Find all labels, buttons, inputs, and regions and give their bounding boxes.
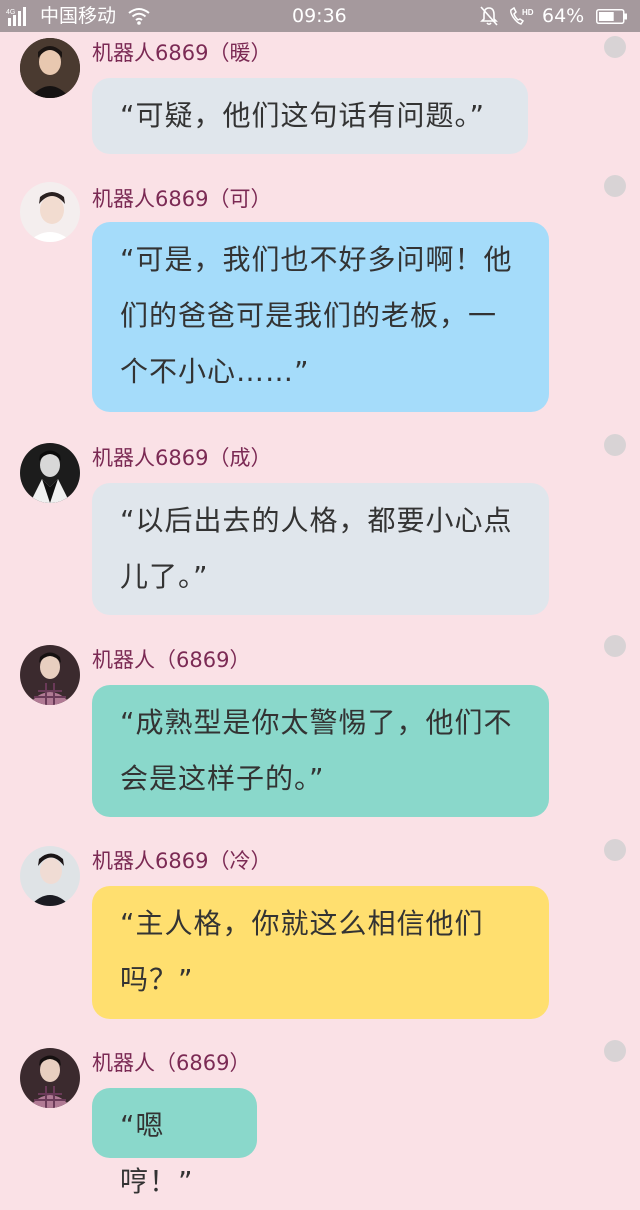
message-bubble[interactable]: “成熟型是你太警惕了，他们不 会是这样子的。” [92,685,549,817]
message-line: “可疑，他们这句话有问题。” [120,99,486,132]
message-line: “嗯哼！” [120,1109,194,1198]
message-line: “成熟型是你太警惕了，他们不 [120,706,513,739]
sender-name: 机器人6869（冷） [92,849,272,873]
message-line: “可是，我们也不好多问啊！他 [120,243,513,276]
status-dot[interactable] [604,1040,626,1062]
message-line: “以后出去的人格，都要小心点 [120,504,513,537]
status-bar: 4G 中国移动 09:36 HD 64% [0,0,640,32]
avatar[interactable] [20,38,80,98]
avatar[interactable] [20,846,80,906]
wifi-icon [128,8,150,25]
sender-name: 机器人（6869） [92,1051,251,1075]
carrier-name: 中国移动 [40,5,117,27]
bell-mute-icon [480,6,498,26]
clock: 09:36 [292,5,347,27]
message-line: 们的爸爸可是我们的老板，一 [120,299,498,332]
signal-icon: 4G [6,7,26,26]
avatar[interactable] [20,1048,80,1108]
sender-name: 机器人6869（可） [92,187,272,211]
battery-icon [596,9,627,24]
svg-text:4G: 4G [6,9,15,16]
message-bubble[interactable]: “以后出去的人格，都要小心点 儿了。” [92,483,549,615]
sender-name: 机器人6869（暖） [92,41,272,65]
status-dot[interactable] [604,175,626,197]
message-bubble[interactable]: “嗯哼！” [92,1088,257,1198]
message-bubble[interactable]: “可疑，他们这句话有问题。” [92,78,528,154]
message-bubble[interactable]: “可是，我们也不好多问啊！他 们的爸爸可是我们的老板，一 个不小心……” [92,222,549,412]
status-dot[interactable] [604,839,626,861]
status-dot[interactable] [604,635,626,657]
avatar[interactable] [20,182,80,242]
status-dot[interactable] [604,434,626,456]
message-line: 个不小心……” [120,355,310,388]
message-line: “主人格，你就这么相信他们 [120,907,484,940]
message-line: 吗？” [120,963,194,996]
hd-call-icon: HD [510,6,534,25]
sender-name: 机器人（6869） [92,648,251,672]
avatar[interactable] [20,645,80,705]
sender-name: 机器人6869（成） [92,446,272,470]
message-bubble[interactable]: “主人格，你就这么相信他们 吗？” [92,886,549,1019]
svg-text:HD: HD [522,8,534,17]
message-line: 儿了。” [120,560,209,593]
status-dot[interactable] [604,36,626,58]
message-line: 会是这样子的。” [120,762,325,795]
avatar[interactable] [20,443,80,503]
battery-percent: 64% [542,5,585,27]
